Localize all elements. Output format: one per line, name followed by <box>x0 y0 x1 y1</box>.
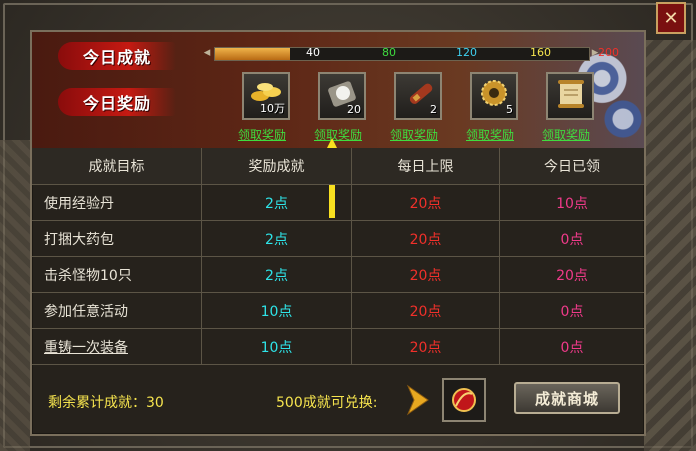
received-cell: 0点 <box>560 231 584 248</box>
achievement-footer: 剩余累计成就：30 500成就可兑换: 成就商城 <box>32 364 644 434</box>
stone-floor-right <box>644 40 696 451</box>
close-button[interactable]: ✕ <box>656 2 686 34</box>
stone-floor-left <box>0 140 30 451</box>
limit-cell: 20点 <box>352 221 500 256</box>
received-cell: 10点 <box>556 195 588 212</box>
table-row: 打捆大药包 2点 20点 0点 <box>32 221 644 257</box>
received-cell: 0点 <box>560 303 584 320</box>
column-header-reward: 奖励成就 <box>202 148 352 184</box>
reward-slot-pearl[interactable]: 20 <box>318 72 366 120</box>
game-window: ✕ 今日成就 今日奖励 ◂ ▸ 40 80 120 160 200 10万 20… <box>0 0 696 451</box>
limit-cell: 20点 <box>352 329 500 364</box>
column-header-received: 今日已领 <box>544 159 600 175</box>
limit-cell: 20点 <box>352 293 500 328</box>
reward-cell: 10点 <box>202 293 352 328</box>
reward-slot-gold[interactable]: 10万 <box>242 72 290 120</box>
claim-reward-link[interactable]: 领取奖励 <box>390 126 438 143</box>
table-row: 重铸一次装备 10点 20点 0点 <box>32 329 644 365</box>
limit-cell: 20点 <box>352 185 500 220</box>
progress-tick: 40 <box>306 46 320 59</box>
reward-count: 10万 <box>260 102 285 115</box>
column-header-limit: 每日上限 <box>352 148 500 184</box>
today-reward-title: 今日奖励 <box>58 88 176 116</box>
goal-cell-link[interactable]: 重铸一次装备 <box>32 329 202 364</box>
progress-tick: 120 <box>456 46 477 59</box>
claim-reward-link[interactable]: 领取奖励 <box>238 126 286 143</box>
today-achievement-title: 今日成就 <box>58 42 176 70</box>
column-header-goal: 成就目标 <box>32 148 202 184</box>
red-gem-pendant-icon <box>452 388 476 412</box>
reward-cell: 2点 <box>202 185 352 220</box>
reward-count: 2 <box>430 103 437 116</box>
reward-count: 20 <box>347 103 361 116</box>
ancient-scroll-icon <box>554 78 588 114</box>
table-row: 击杀怪物10只 2点 20点 20点 <box>32 257 644 293</box>
achievement-progress: ◂ ▸ 40 80 120 160 200 <box>200 44 619 62</box>
claim-reward-link[interactable]: 领取奖励 <box>466 126 514 143</box>
exchange-text: 500成就可兑换: <box>276 395 378 411</box>
received-cell: 20点 <box>556 267 588 284</box>
reward-slot-scroll-tube[interactable]: 2 <box>394 72 442 120</box>
remaining-achievement-text: 剩余累计成就：30 <box>48 395 164 411</box>
table-row: 使用经验丹 2点 20点 10点 <box>32 185 644 221</box>
reward-slot-medal[interactable]: 5 <box>470 72 518 120</box>
goal-cell: 打捆大药包 <box>32 221 202 256</box>
goal-cell: 参加任意活动 <box>32 293 202 328</box>
received-cell: 0点 <box>560 339 584 356</box>
table-header: 成就目标 奖励成就 每日上限 今日已领 <box>32 148 644 185</box>
achievement-panel: 今日成就 今日奖励 ◂ ▸ 40 80 120 160 200 10万 20 2… <box>30 30 646 436</box>
goal-cell: 使用经验丹 <box>32 185 202 220</box>
progress-tick: 80 <box>382 46 396 59</box>
exchange-item-slot[interactable] <box>442 378 486 422</box>
reward-slot-ancient-scroll[interactable] <box>546 72 594 120</box>
goal-cell: 击杀怪物10只 <box>32 257 202 292</box>
table-row: 参加任意活动 10点 20点 0点 <box>32 293 644 329</box>
achievement-shop-button[interactable]: 成就商城 <box>514 382 620 414</box>
reward-cell: 10点 <box>202 329 352 364</box>
limit-cell: 20点 <box>352 257 500 292</box>
achievement-table: 成就目标 奖励成就 每日上限 今日已领 使用经验丹 2点 20点 10点 打捆大… <box>32 148 644 365</box>
reward-cell: 2点 <box>202 257 352 292</box>
progress-left-cap-icon: ◂ <box>203 45 211 60</box>
reward-cell: 2点 <box>202 221 352 256</box>
claim-reward-link[interactable]: 领取奖励 <box>542 126 590 143</box>
achievement-banner: 今日成就 今日奖励 ◂ ▸ 40 80 120 160 200 10万 20 2… <box>32 32 644 148</box>
progress-fill <box>215 48 290 60</box>
gold-right-arrow-icon <box>406 384 429 416</box>
progress-tick: 160 <box>530 46 551 59</box>
progress-tick: 200 <box>598 46 619 59</box>
reward-count: 5 <box>506 103 513 116</box>
